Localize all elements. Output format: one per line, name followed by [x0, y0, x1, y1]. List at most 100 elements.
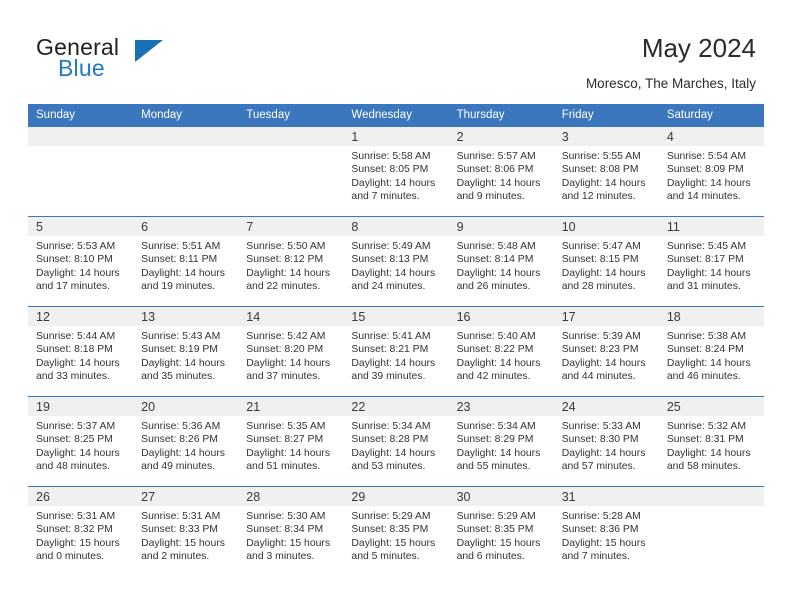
- calendar-day-cell[interactable]: 3 Sunrise: 5:55 AM Sunset: 8:08 PM Daylight…: [553, 126, 659, 217]
- daylight-text-line2: and 35 minutes.: [141, 371, 216, 383]
- day-cell-inner: 10 Sunrise: 5:47 AM Sunset: 8:15 PM Dayligh…: [553, 217, 659, 306]
- calendar-day-cell[interactable]: 12 Sunrise: 5:44 AM Sunset: 8:18 PM Dayligh…: [28, 306, 134, 397]
- sunset-text: Sunset: 8:05 PM: [351, 164, 429, 176]
- brand-name-blue: Blue: [58, 55, 105, 81]
- sunrise-text: Sunrise: 5:57 AM: [456, 151, 536, 162]
- calendar-day-cell[interactable]: 26 Sunrise: 5:31 AM Sunset: 8:32 PM Dayligh…: [28, 486, 134, 576]
- calendar-day-cell[interactable]: 9 Sunrise: 5:48 AM Sunset: 8:14 PM Daylight…: [448, 216, 554, 307]
- day-details: Sunrise: 5:28 AM Sunset: 8:36 PM Daylight:…: [554, 506, 659, 564]
- brand-logo[interactable]: General Blue: [36, 34, 266, 84]
- sunrise-text: Sunrise: 5:34 AM: [351, 421, 431, 432]
- calendar-day-cell[interactable]: 14 Sunrise: 5:42 AM Sunset: 8:20 PM Dayligh…: [238, 306, 344, 397]
- page-subtitle: Moresco, The Marches, Italy: [585, 76, 756, 91]
- calendar-day-cell[interactable]: 17 Sunrise: 5:39 AM Sunset: 8:23 PM Dayligh…: [553, 306, 659, 397]
- day-number: [133, 127, 239, 146]
- daylight-text-line1: Daylight: 14 hours: [351, 177, 436, 189]
- day-cell-inner: 9 Sunrise: 5:48 AM Sunset: 8:14 PM Daylight…: [448, 217, 554, 306]
- calendar-day-cell[interactable]: 29 Sunrise: 5:29 AM Sunset: 8:35 PM Dayligh…: [343, 486, 449, 576]
- triangle-icon: [135, 40, 163, 62]
- sunset-text: Sunset: 8:28 PM: [351, 434, 429, 446]
- calendar-day-cell[interactable]: 5 Sunrise: 5:53 AM Sunset: 8:10 PM Daylight…: [28, 216, 134, 307]
- day-cell-inner: 1 Sunrise: 5:58 AM Sunset: 8:05 PM Daylight…: [343, 127, 449, 216]
- day-details: Sunrise: 5:29 AM Sunset: 8:35 PM Daylight:…: [343, 506, 448, 564]
- sunset-text: Sunset: 8:13 PM: [351, 254, 429, 266]
- day-number: 26: [28, 487, 134, 506]
- day-details: Sunrise: 5:35 AM Sunset: 8:27 PM Daylight:…: [238, 416, 343, 474]
- calendar-day-cell[interactable]: 20 Sunrise: 5:36 AM Sunset: 8:26 PM Dayligh…: [133, 396, 239, 487]
- daylight-text-line1: Daylight: 14 hours: [666, 357, 751, 369]
- calendar-day-cell[interactable]: 15 Sunrise: 5:41 AM Sunset: 8:21 PM Dayligh…: [343, 306, 449, 397]
- sunset-text: Sunset: 8:06 PM: [456, 164, 534, 176]
- calendar-day-cell[interactable]: 13 Sunrise: 5:43 AM Sunset: 8:19 PM Dayligh…: [133, 306, 239, 397]
- day-number: 16: [448, 307, 554, 326]
- day-cell-inner: 5 Sunrise: 5:53 AM Sunset: 8:10 PM Daylight…: [28, 217, 134, 306]
- sunset-text: Sunset: 8:23 PM: [561, 344, 639, 356]
- calendar-day-cell[interactable]: 22 Sunrise: 5:34 AM Sunset: 8:28 PM Dayligh…: [343, 396, 449, 487]
- calendar-grid: Sunday Monday Tuesday Wednesday Thursday Frid…: [28, 104, 764, 576]
- day-number: 22: [343, 397, 449, 416]
- daylight-text-line2: and 46 minutes.: [666, 371, 741, 383]
- day-number: 25: [658, 397, 764, 416]
- day-number: 7: [238, 217, 344, 236]
- daylight-text-line2: and 22 minutes.: [246, 281, 321, 293]
- sunset-text: Sunset: 8:26 PM: [141, 434, 218, 446]
- calendar-day-cell[interactable]: 2 Sunrise: 5:57 AM Sunset: 8:06 PM Daylight…: [448, 126, 554, 217]
- day-number: 31: [553, 487, 659, 506]
- calendar-day-cell[interactable]: 18 Sunrise: 5:38 AM Sunset: 8:24 PM Dayligh…: [658, 306, 764, 397]
- sunset-text: Sunset: 8:27 PM: [246, 434, 324, 446]
- calendar-day-cell[interactable]: 6 Sunrise: 5:51 AM Sunset: 8:11 PM Daylight…: [133, 216, 239, 307]
- sunrise-text: Sunrise: 5:36 AM: [141, 421, 221, 432]
- sunset-text: Sunset: 8:18 PM: [36, 344, 113, 356]
- calendar-day-cell[interactable]: 21 Sunrise: 5:35 AM Sunset: 8:27 PM Dayligh…: [238, 396, 344, 487]
- calendar-day-cell[interactable]: 23 Sunrise: 5:34 AM Sunset: 8:29 PM Dayligh…: [448, 396, 554, 487]
- day-cell-inner: 31 Sunrise: 5:28 AM Sunset: 8:36 PM Dayligh…: [553, 487, 659, 576]
- day-cell-inner: 14 Sunrise: 5:42 AM Sunset: 8:20 PM Dayligh…: [238, 307, 344, 396]
- calendar-day-cell[interactable]: 28 Sunrise: 5:30 AM Sunset: 8:34 PM Dayligh…: [238, 486, 344, 576]
- daylight-text-line2: and 49 minutes.: [141, 461, 216, 473]
- day-details: Sunrise: 5:53 AM Sunset: 8:10 PM Daylight:…: [28, 236, 133, 294]
- day-number: 27: [133, 487, 239, 506]
- calendar-day-cell[interactable]: 24 Sunrise: 5:33 AM Sunset: 8:30 PM Dayligh…: [553, 396, 659, 487]
- calendar-day-cell[interactable]: 8 Sunrise: 5:49 AM Sunset: 8:13 PM Daylight…: [343, 216, 449, 307]
- daylight-text-line1: Daylight: 14 hours: [351, 267, 436, 279]
- calendar-day-cell[interactable]: 31 Sunrise: 5:28 AM Sunset: 8:36 PM Dayligh…: [553, 486, 659, 576]
- day-number: [658, 487, 764, 506]
- daylight-text-line2: and 7 minutes.: [351, 191, 420, 203]
- day-cell-inner: 6 Sunrise: 5:51 AM Sunset: 8:11 PM Daylight…: [133, 217, 239, 306]
- day-cell-inner: 15 Sunrise: 5:41 AM Sunset: 8:21 PM Dayligh…: [343, 307, 449, 396]
- day-details: Sunrise: 5:30 AM Sunset: 8:34 PM Daylight:…: [238, 506, 343, 564]
- calendar-day-cell[interactable]: 1 Sunrise: 5:58 AM Sunset: 8:05 PM Daylight…: [343, 126, 449, 217]
- calendar-day-cell[interactable]: 7 Sunrise: 5:50 AM Sunset: 8:12 PM Daylight…: [238, 216, 344, 307]
- day-number: 14: [238, 307, 344, 326]
- day-details: Sunrise: 5:54 AM Sunset: 8:09 PM Daylight:…: [659, 146, 764, 204]
- sunrise-text: Sunrise: 5:38 AM: [666, 331, 746, 342]
- weekday-header-wednesday: Wednesday: [343, 104, 449, 127]
- calendar-day-cell[interactable]: 10 Sunrise: 5:47 AM Sunset: 8:15 PM Dayligh…: [553, 216, 659, 307]
- sunrise-text: Sunrise: 5:33 AM: [561, 421, 641, 432]
- calendar-day-cell[interactable]: 4 Sunrise: 5:54 AM Sunset: 8:09 PM Daylight…: [658, 126, 764, 217]
- day-details: Sunrise: 5:42 AM Sunset: 8:20 PM Daylight:…: [238, 326, 343, 384]
- sunset-text: Sunset: 8:21 PM: [351, 344, 429, 356]
- day-details: Sunrise: 5:36 AM Sunset: 8:26 PM Daylight:…: [133, 416, 238, 474]
- day-cell-inner: 3 Sunrise: 5:55 AM Sunset: 8:08 PM Daylight…: [553, 127, 659, 216]
- daylight-text-line1: Daylight: 14 hours: [246, 267, 331, 279]
- calendar-day-cell[interactable]: 11 Sunrise: 5:45 AM Sunset: 8:17 PM Dayligh…: [658, 216, 764, 307]
- daylight-text-line1: Daylight: 14 hours: [561, 177, 646, 189]
- daylight-text-line1: Daylight: 14 hours: [666, 447, 751, 459]
- day-cell-inner: 8 Sunrise: 5:49 AM Sunset: 8:13 PM Daylight…: [343, 217, 449, 306]
- calendar-day-cell[interactable]: 25 Sunrise: 5:32 AM Sunset: 8:31 PM Dayligh…: [658, 396, 764, 487]
- calendar-day-cell[interactable]: 16 Sunrise: 5:40 AM Sunset: 8:22 PM Dayligh…: [448, 306, 554, 397]
- calendar-day-cell[interactable]: 27 Sunrise: 5:31 AM Sunset: 8:33 PM Dayligh…: [133, 486, 239, 576]
- daylight-text-line2: and 24 minutes.: [351, 281, 426, 293]
- day-cell-inner: 20 Sunrise: 5:36 AM Sunset: 8:26 PM Dayligh…: [133, 397, 239, 486]
- day-number: 8: [343, 217, 449, 236]
- day-number: 9: [448, 217, 554, 236]
- daylight-text-line1: Daylight: 14 hours: [141, 267, 225, 279]
- calendar-day-cell[interactable]: 30 Sunrise: 5:29 AM Sunset: 8:35 PM Dayligh…: [448, 486, 554, 576]
- calendar-cell-empty: [133, 126, 239, 217]
- sunset-text: Sunset: 8:32 PM: [36, 524, 113, 536]
- calendar-day-cell[interactable]: 19 Sunrise: 5:37 AM Sunset: 8:25 PM Dayligh…: [28, 396, 134, 487]
- day-cell-inner: 2 Sunrise: 5:57 AM Sunset: 8:06 PM Daylight…: [448, 127, 554, 216]
- sunrise-text: Sunrise: 5:42 AM: [246, 331, 326, 342]
- day-number: 28: [238, 487, 344, 506]
